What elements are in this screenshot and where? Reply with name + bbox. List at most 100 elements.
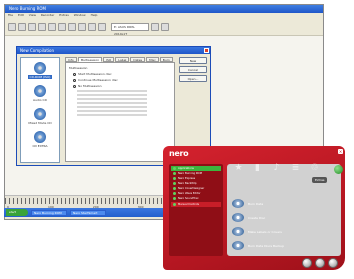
disc-icon: [232, 199, 244, 208]
menu-recorder[interactable]: Recorder: [41, 13, 54, 17]
toolbar: E: ASUS DRW-2014L1T: [5, 18, 323, 36]
copy-disc-icon[interactable]: [88, 22, 96, 31]
cd-icon: [34, 85, 46, 97]
new-icon[interactable]: [8, 22, 16, 31]
data-document-icon[interactable]: ▮: [253, 164, 262, 173]
menu-help[interactable]: Help: [91, 13, 98, 17]
menu-edit[interactable]: Edit: [18, 13, 24, 17]
taskbar-item-nero-startsmart[interactable]: Nero StartSmart: [70, 209, 106, 216]
close-icon[interactable]: ×: [338, 149, 343, 154]
taskbar-item-nero-burning-rom[interactable]: Nero Burning ROM: [31, 209, 67, 216]
bullet-icon: [173, 167, 176, 170]
copy-backup-icon[interactable]: ♲: [310, 164, 319, 173]
option-start-multisession[interactable]: Start Multisession disc: [73, 72, 171, 76]
cd-icon: [34, 62, 46, 74]
task-burn-data[interactable]: Burn Data: [232, 199, 332, 208]
task-label: Burn Data Discs Backup: [248, 243, 284, 248]
dialog-buttons: New Cancel Open...: [179, 57, 207, 82]
cancel-button[interactable]: Cancel: [179, 66, 207, 73]
nero-logo: nero: [169, 149, 189, 158]
save-icon[interactable]: [28, 22, 36, 31]
disabled-option-placeholder: [77, 102, 147, 104]
cd-icon: [34, 108, 46, 120]
menu-extras[interactable]: Extras: [59, 13, 68, 17]
print-icon[interactable]: [38, 22, 46, 31]
close-icon[interactable]: [204, 48, 209, 53]
panel-heading: Multisession: [69, 66, 88, 70]
open-icon[interactable]: [18, 22, 26, 31]
task-label: Create Disc: [248, 215, 266, 220]
list-item-mixed-mode-cd[interactable]: Mixed Mode CD: [21, 108, 59, 125]
nero-menu-item[interactable]: Nero SoundTrax: [171, 196, 221, 201]
disabled-option-placeholder: [77, 106, 147, 108]
nero-menu: Applications Nero Burning ROM Nero Expre…: [169, 164, 223, 256]
radio-button[interactable]: [73, 72, 76, 76]
bullet-icon: [173, 187, 176, 190]
disabled-option-placeholder: [77, 90, 147, 92]
disabled-option-placeholder: [77, 114, 147, 116]
cd-icon: [34, 131, 46, 143]
dialog-title-text: New Compilation: [20, 48, 55, 53]
dialog-title: New Compilation: [17, 47, 210, 54]
eject-icon[interactable]: [98, 22, 106, 31]
cut-icon[interactable]: [48, 22, 56, 31]
bullet-icon: [173, 203, 176, 206]
burn-icon[interactable]: [78, 22, 86, 31]
window-title: Nero Burning ROM: [5, 5, 323, 13]
task-create-disc[interactable]: Create Disc: [232, 213, 332, 222]
copy-icon[interactable]: [58, 22, 66, 31]
music-note-icon[interactable]: ♪: [272, 164, 281, 173]
disc-icon: [232, 241, 244, 250]
favorites-star-icon[interactable]: ★: [234, 164, 243, 173]
bullet-icon: [173, 197, 176, 200]
settings-round-icon[interactable]: [315, 258, 325, 268]
menu-window[interactable]: Window: [74, 13, 86, 17]
option-label: No Multisession: [78, 84, 102, 88]
list-item-audio-cd[interactable]: Audio CD: [21, 85, 59, 102]
extras-globe-icon[interactable]: [334, 165, 343, 174]
task-make-labels[interactable]: Make Labels or Covers: [232, 227, 332, 236]
nero-menu-item-manual-controls[interactable]: Manual Controls: [171, 202, 221, 207]
list-item-label: CD EXTRA: [32, 144, 48, 148]
drive-info-icon[interactable]: [151, 22, 159, 31]
option-no-multisession[interactable]: No Multisession: [73, 84, 171, 88]
radio-button[interactable]: [73, 78, 76, 82]
info-round-icon[interactable]: [328, 258, 338, 268]
menu-view[interactable]: View: [29, 13, 36, 17]
nero-category-bar: ★ ▮ ♪ ≣ ♲: [234, 164, 319, 173]
paste-icon[interactable]: [68, 22, 76, 31]
list-item-label: Mixed Mode CD: [28, 121, 52, 125]
task-label: Make Labels or Covers: [248, 229, 282, 234]
video-icon[interactable]: ≣: [291, 164, 300, 173]
drive-select[interactable]: E: ASUS DRW-2014L1T: [111, 22, 149, 36]
disabled-option-placeholder: [77, 94, 147, 96]
nero-bottom-controls: [302, 258, 338, 268]
disabled-option-placeholder: [77, 98, 147, 100]
option-label: Continue Multisession disc: [78, 78, 118, 82]
menu-file[interactable]: File: [8, 13, 13, 17]
help-round-icon[interactable]: [302, 258, 312, 268]
list-item-cd-extra[interactable]: CD EXTRA: [21, 131, 59, 148]
nero-menu-label: Nero SoundTrax: [178, 197, 199, 200]
bullet-icon: [173, 172, 176, 175]
compilation-type-list[interactable]: CD-ROM (ISO) Audio CD Mixed Mode CD CD E…: [20, 57, 60, 163]
bullet-icon: [173, 177, 176, 180]
new-button[interactable]: New: [179, 57, 207, 64]
list-item-label: CD-ROM (ISO): [27, 75, 53, 79]
help-icon[interactable]: [161, 22, 169, 31]
disabled-option-placeholder: [77, 110, 147, 112]
extras-label[interactable]: Extras: [312, 177, 328, 183]
task-label: Burn Data: [248, 201, 264, 206]
disc-icon: [232, 213, 244, 222]
bullet-icon: [173, 192, 176, 195]
list-item-cd-rom-iso[interactable]: CD-ROM (ISO): [21, 62, 59, 79]
option-continue-multisession[interactable]: Continue Multisession disc: [73, 78, 171, 82]
radio-button-selected[interactable]: [73, 84, 76, 88]
option-label: Start Multisession disc: [78, 72, 112, 76]
task-backup[interactable]: Burn Data Discs Backup: [232, 241, 332, 250]
open-button[interactable]: Open...: [179, 75, 207, 82]
multisession-panel: Multisession Start Multisession disc Con…: [65, 62, 175, 162]
nero-task-list: Burn Data Create Disc Make Labels or Cov…: [232, 199, 332, 255]
start-button[interactable]: start: [6, 209, 28, 216]
disc-icon: [232, 227, 244, 236]
